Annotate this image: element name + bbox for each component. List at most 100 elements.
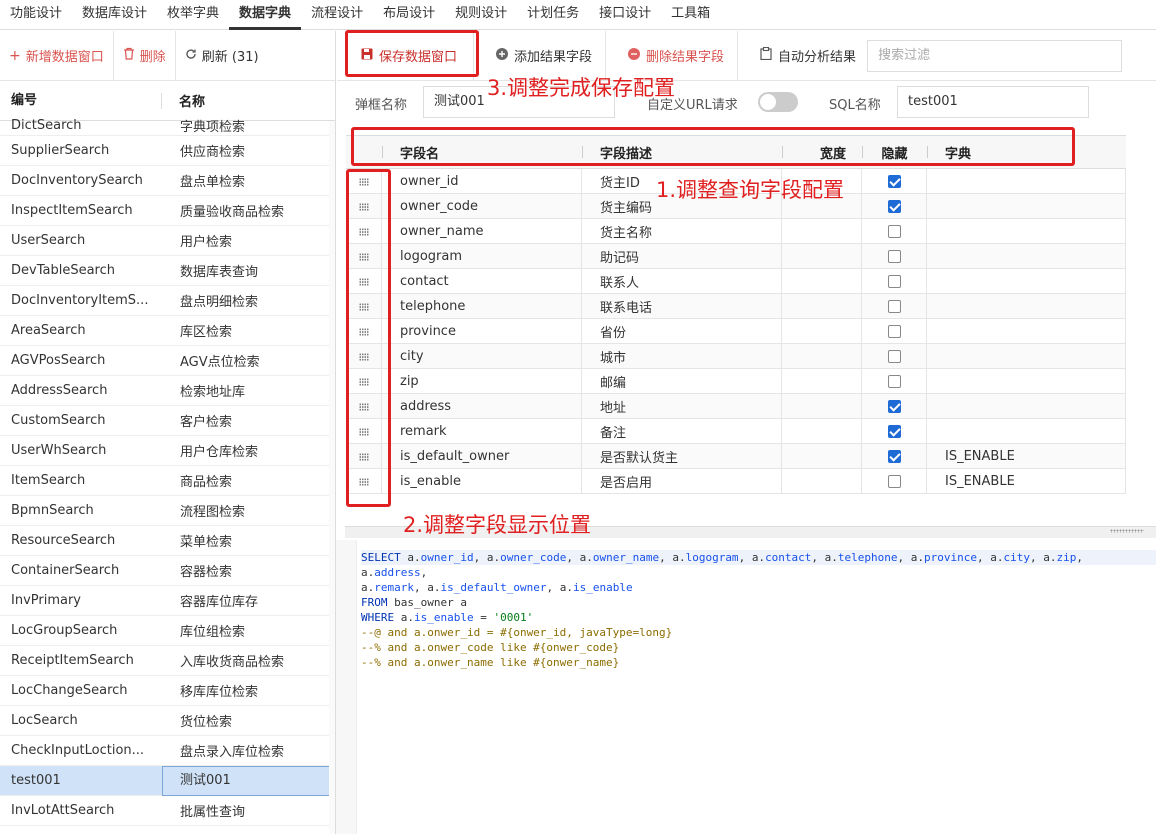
- top-tab[interactable]: 接口设计: [589, 0, 661, 30]
- list-item[interactable]: BpmnSearch 流程图检索: [0, 496, 330, 526]
- list-item[interactable]: InvPrimary 容器库位库存: [0, 586, 330, 616]
- top-tab[interactable]: 流程设计: [301, 0, 373, 30]
- list-item[interactable]: ResourceSearch 菜单检索: [0, 526, 330, 556]
- list-item[interactable]: InspectItemSearch 质量验收商品检索: [0, 196, 330, 226]
- field-name-cell[interactable]: zip: [382, 369, 582, 394]
- field-name-header[interactable]: 字段名: [382, 135, 582, 169]
- width-cell[interactable]: [782, 244, 862, 269]
- width-cell[interactable]: [782, 369, 862, 394]
- width-cell[interactable]: [782, 419, 862, 444]
- list-item[interactable]: AGVPosSearch AGV点位检索: [0, 346, 330, 376]
- field-name-cell[interactable]: contact: [382, 269, 582, 294]
- list-item[interactable]: AddressSearch 检索地址库: [0, 376, 330, 406]
- field-desc-header[interactable]: 字段描述: [582, 135, 782, 169]
- drag-handle[interactable]: [346, 294, 382, 319]
- hidden-checkbox[interactable]: [887, 350, 901, 363]
- table-row[interactable]: remark 备注: [346, 419, 1126, 444]
- sql-name-input[interactable]: test001: [897, 86, 1089, 118]
- hidden-checkbox[interactable]: [887, 375, 901, 388]
- table-row[interactable]: province 省份: [346, 319, 1126, 344]
- width-cell[interactable]: [782, 269, 862, 294]
- field-desc-cell[interactable]: 地址: [582, 394, 782, 419]
- list-item[interactable]: LocSearch 货位检索: [0, 706, 330, 736]
- top-tab[interactable]: 计划任务: [517, 0, 589, 30]
- table-row[interactable]: is_enable 是否启用 IS_ENABLE: [346, 469, 1126, 494]
- hidden-checkbox[interactable]: [887, 175, 901, 188]
- top-tab[interactable]: 布局设计: [373, 0, 445, 30]
- hidden-checkbox[interactable]: [887, 250, 901, 263]
- list-item[interactable]: LocChangeSearch 移库库位检索: [0, 676, 330, 706]
- width-header[interactable]: 宽度: [782, 135, 862, 169]
- table-row[interactable]: zip 邮编: [346, 369, 1126, 394]
- list-item[interactable]: CustomSearch 客户检索: [0, 406, 330, 436]
- list-item[interactable]: UserWhSearch 用户仓库检索: [0, 436, 330, 466]
- field-desc-cell[interactable]: 城市: [582, 344, 782, 369]
- dict-cell[interactable]: [927, 419, 1126, 444]
- top-tab[interactable]: 规则设计: [445, 0, 517, 30]
- drag-handle[interactable]: [346, 244, 382, 269]
- top-tab[interactable]: 功能设计: [0, 0, 72, 30]
- drag-handle[interactable]: [346, 269, 382, 294]
- top-tab[interactable]: 工具箱: [661, 0, 720, 30]
- hidden-header[interactable]: 隐藏: [862, 135, 927, 169]
- list-item[interactable]: ReceiptItemSearch 入库收货商品检索: [0, 646, 330, 676]
- width-cell[interactable]: [782, 219, 862, 244]
- top-tab[interactable]: 枚举字典: [157, 0, 229, 30]
- hidden-checkbox[interactable]: [887, 425, 901, 438]
- drag-handle[interactable]: [346, 219, 382, 244]
- auto-analyze-button[interactable]: 自动分析结果: [738, 31, 862, 81]
- left-scrollbar[interactable]: [329, 121, 335, 834]
- list-item[interactable]: SupplierSearch 供应商检索: [0, 136, 330, 166]
- drag-handle[interactable]: [346, 369, 382, 394]
- drag-handle[interactable]: [346, 194, 382, 219]
- list-item[interactable]: DocInventoryItemS... 盘点明细检索: [0, 286, 330, 316]
- field-desc-cell[interactable]: 货主名称: [582, 219, 782, 244]
- hidden-checkbox[interactable]: [887, 450, 901, 463]
- list-item[interactable]: LocGroupSearch 库位组检索: [0, 616, 330, 646]
- add-data-window-button[interactable]: + 新增数据窗口: [0, 31, 114, 81]
- dict-cell[interactable]: [927, 369, 1126, 394]
- list-item[interactable]: DocInventorySearch 盘点单检索: [0, 166, 330, 196]
- field-desc-cell[interactable]: 是否默认货主: [582, 444, 782, 469]
- col-name-header[interactable]: 名称: [162, 91, 205, 110]
- drag-handle[interactable]: [346, 394, 382, 419]
- custom-url-toggle[interactable]: [758, 92, 798, 112]
- dict-cell[interactable]: [927, 394, 1126, 419]
- field-desc-cell[interactable]: 邮编: [582, 369, 782, 394]
- field-name-cell[interactable]: remark: [382, 419, 582, 444]
- field-name-cell[interactable]: province: [382, 319, 582, 344]
- table-row[interactable]: contact 联系人: [346, 269, 1126, 294]
- list-item[interactable]: ItemSearch 商品检索: [0, 466, 330, 496]
- field-desc-cell[interactable]: 备注: [582, 419, 782, 444]
- list-item[interactable]: DictSearch 字典项检索: [0, 115, 330, 136]
- drag-handle[interactable]: [346, 319, 382, 344]
- table-row[interactable]: is_default_owner 是否默认货主 IS_ENABLE: [346, 444, 1126, 469]
- search-filter-input[interactable]: 搜索过滤: [867, 39, 1123, 72]
- dict-cell[interactable]: [927, 244, 1126, 269]
- drag-handle[interactable]: [346, 469, 382, 494]
- list-item[interactable]: ContainerSearch 容器检索: [0, 556, 330, 586]
- drag-handle[interactable]: [346, 444, 382, 469]
- dict-cell[interactable]: [927, 219, 1126, 244]
- list-item[interactable]: UserSearch 用户检索: [0, 226, 330, 256]
- field-desc-cell[interactable]: 是否启用: [582, 469, 782, 494]
- field-name-cell[interactable]: is_default_owner: [382, 444, 582, 469]
- field-name-cell[interactable]: telephone: [382, 294, 582, 319]
- save-data-window-button[interactable]: 保存数据窗口: [337, 30, 475, 81]
- dict-cell[interactable]: [927, 194, 1126, 219]
- field-name-cell[interactable]: address: [382, 394, 582, 419]
- list-item[interactable]: InvLotAttSearch 批属性查询: [0, 796, 330, 826]
- dict-header[interactable]: 字典: [927, 135, 1126, 169]
- dict-cell[interactable]: [927, 294, 1126, 319]
- dict-cell[interactable]: [927, 319, 1126, 344]
- top-tab[interactable]: 数据字典: [229, 0, 302, 30]
- field-desc-cell[interactable]: 联系电话: [582, 294, 782, 319]
- list-item[interactable]: CheckInputLoction... 盘点录入库位检索: [0, 736, 330, 766]
- field-name-cell[interactable]: owner_id: [382, 169, 582, 194]
- delete-button[interactable]: 删除: [114, 31, 176, 81]
- top-tab[interactable]: 数据库设计: [72, 0, 157, 30]
- field-name-cell[interactable]: owner_name: [382, 219, 582, 244]
- table-row[interactable]: telephone 联系电话: [346, 294, 1126, 319]
- dict-cell[interactable]: [927, 269, 1126, 294]
- col-code-header[interactable]: 编号: [0, 92, 162, 109]
